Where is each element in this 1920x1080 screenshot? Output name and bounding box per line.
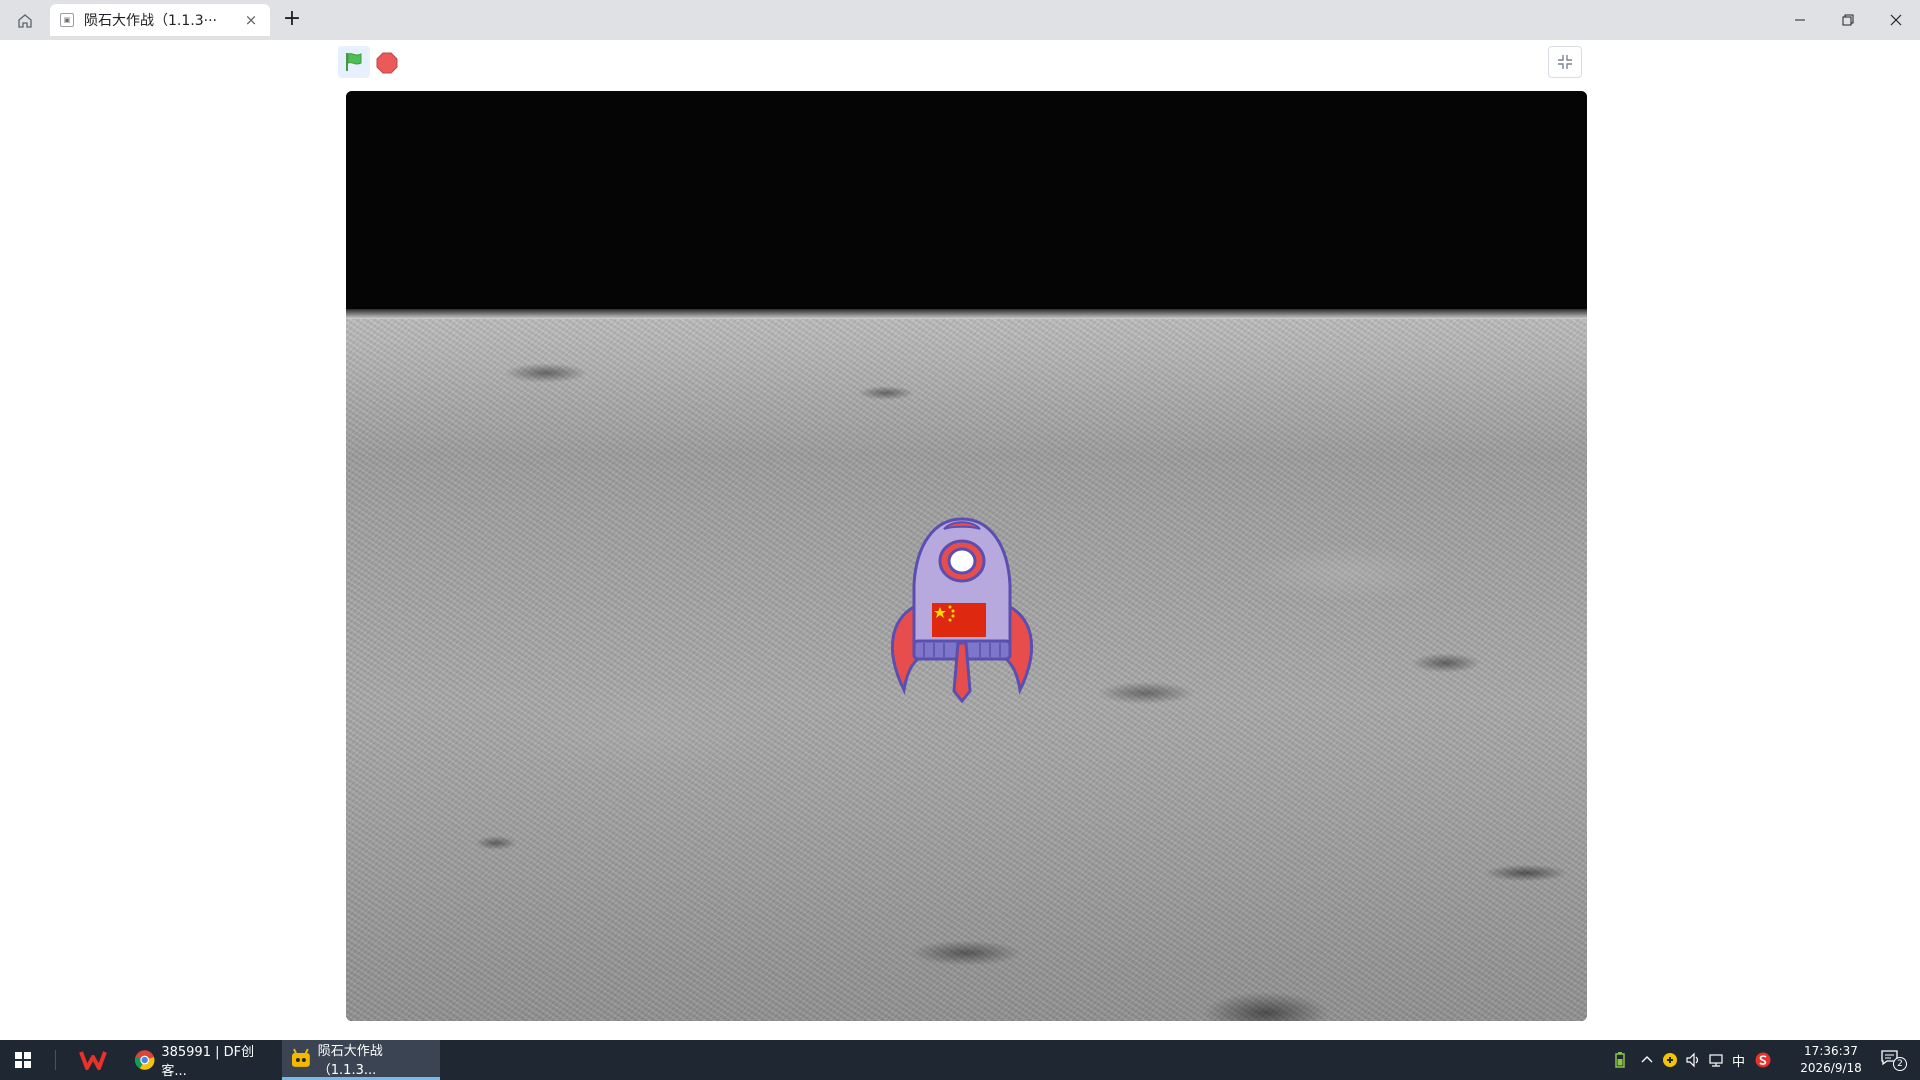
- action-center-button[interactable]: 2: [1880, 1048, 1907, 1072]
- stop-button[interactable]: [376, 52, 398, 74]
- windows-taskbar: 385991 | DF创客... 陨石大作战（1.1.3... 中 17:36:…: [0, 1040, 1920, 1080]
- stop-icon: [376, 52, 398, 74]
- wps-taskbar-button[interactable]: [76, 1046, 110, 1074]
- tab-title: 陨石大作战（1.1.3···: [84, 13, 217, 29]
- taskbar-app-mindplus[interactable]: 陨石大作战（1.1.3...: [282, 1040, 440, 1080]
- notification-count-badge: 2: [1893, 1057, 1907, 1071]
- clock-date: 2026/9/18: [1800, 1061, 1862, 1075]
- taskbar-app-chrome[interactable]: 385991 | DF创客...: [126, 1040, 276, 1080]
- exit-fullscreen-button[interactable]: [1548, 46, 1582, 78]
- taskbar-app-label: 385991 | DF创客...: [161, 1045, 255, 1079]
- wps-icon: [79, 1051, 107, 1070]
- close-icon: [1890, 14, 1902, 26]
- new-tab-button[interactable]: +: [280, 8, 304, 32]
- close-window-button[interactable]: [1872, 0, 1920, 40]
- network-icon[interactable]: [1708, 1052, 1724, 1068]
- sogou-input-icon[interactable]: [1755, 1052, 1771, 1068]
- minimize-button[interactable]: [1776, 0, 1824, 40]
- tab-favicon-icon: ▣: [60, 13, 74, 27]
- battery-icon[interactable]: [1612, 1051, 1628, 1069]
- home-icon: [18, 14, 32, 28]
- windows-icon: [15, 1052, 31, 1068]
- restore-icon: [1842, 14, 1854, 26]
- taskbar-app-label: 陨石大作战（1.1.3...: [317, 1043, 383, 1078]
- clock-time: 17:36:37: [1804, 1044, 1858, 1058]
- app-status-icon[interactable]: [1662, 1052, 1678, 1068]
- horizon-line: [346, 309, 1587, 319]
- start-button[interactable]: [10, 1048, 36, 1072]
- chrome-icon: [134, 1050, 155, 1070]
- exit-fullscreen-icon: [1558, 55, 1572, 69]
- chevron-up-icon[interactable]: [1640, 1053, 1654, 1067]
- taskbar-separator: [55, 1050, 56, 1070]
- browser-titlebar: ▣ 陨石大作战（1.1.3··· × +: [0, 0, 1920, 40]
- restore-button[interactable]: [1824, 0, 1872, 40]
- green-flag-icon: [346, 53, 362, 71]
- browser-tab[interactable]: ▣ 陨石大作战（1.1.3··· ×: [50, 4, 270, 36]
- minimize-icon: [1795, 19, 1805, 21]
- system-tray: 中: [1612, 1040, 1771, 1080]
- stage-canvas[interactable]: [346, 91, 1587, 1021]
- volume-icon[interactable]: [1685, 1052, 1701, 1068]
- mind-plus-icon: [291, 1048, 310, 1067]
- taskbar-clock[interactable]: 17:36:37 2026/9/18: [1786, 1043, 1876, 1077]
- ime-indicator[interactable]: 中: [1732, 1051, 1745, 1070]
- rocket-sprite[interactable]: [874, 515, 1050, 705]
- tab-close-button[interactable]: ×: [242, 11, 260, 29]
- home-button[interactable]: [12, 8, 38, 34]
- space-sky: [346, 91, 1587, 317]
- green-flag-button[interactable]: [338, 46, 370, 78]
